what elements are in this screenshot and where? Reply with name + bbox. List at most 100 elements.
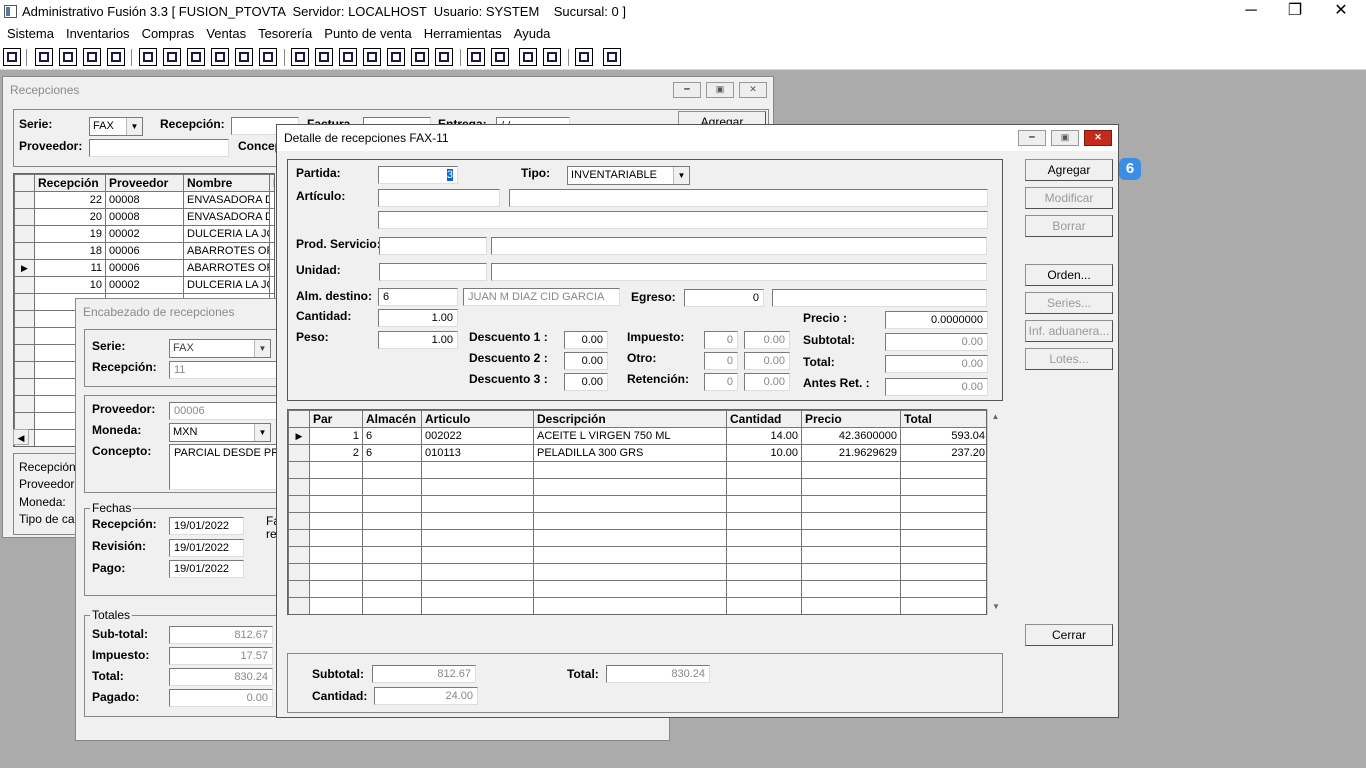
col-articulo[interactable]: Articulo — [421, 410, 534, 428]
toolbar-ship-icon[interactable] — [187, 48, 205, 66]
minimize-button[interactable]: ─ — [1228, 0, 1274, 24]
menu-compras[interactable]: Compras — [135, 24, 200, 41]
table-row[interactable]: 10 00002 DULCERIA LA JC — [14, 276, 274, 294]
toolbar-home-icon[interactable] — [467, 48, 485, 66]
prod-servicio-input[interactable] — [379, 237, 487, 255]
table-row[interactable]: 20 00008 ENVASADORA D — [14, 208, 274, 226]
fecha-revision-input[interactable]: 19/01/2022 — [169, 539, 244, 557]
col-cantidad[interactable]: Cantidad — [726, 410, 802, 428]
prod-servicio-desc-input[interactable] — [491, 237, 987, 255]
enc-concepto-textarea[interactable]: PARCIAL DESDE PRO — [169, 444, 279, 490]
cantidad-input[interactable]: 1.00 — [378, 309, 458, 327]
unidad-desc-input[interactable] — [491, 263, 987, 281]
col-descripcion[interactable]: Descripción — [533, 410, 727, 428]
menu-punto-de-venta[interactable]: Punto de venta — [317, 24, 416, 41]
alm-destino-input[interactable]: 6 — [378, 288, 458, 306]
toolbar-dollar-icon[interactable] — [387, 48, 405, 66]
toolbar-page-icon[interactable] — [411, 48, 429, 66]
col-nombre[interactable]: Nombre — [183, 174, 270, 192]
unidad-input[interactable] — [379, 263, 487, 281]
toolbar-help-icon[interactable] — [603, 48, 621, 66]
toolbar-transfer-icon[interactable] — [83, 48, 101, 66]
scroll-up-icon[interactable]: ▲ — [988, 409, 1003, 425]
fecha-pago-input[interactable]: 19/01/2022 — [169, 560, 244, 578]
menu-sistema[interactable]: Sistema — [0, 24, 59, 41]
toolbar-calculator-icon[interactable] — [3, 48, 21, 66]
maximize-button[interactable]: ❐ — [1272, 0, 1318, 24]
scroll-left-icon[interactable]: ◀ — [13, 429, 29, 445]
menu-tesoreria[interactable]: Tesorería — [251, 24, 317, 41]
lotes-button[interactable]: Lotes... — [1025, 348, 1113, 370]
col-total[interactable]: Total — [900, 410, 986, 428]
series-button[interactable]: Series... — [1025, 292, 1113, 314]
descuento2-input[interactable]: 0.00 — [564, 352, 608, 370]
close-button[interactable]: ✕ — [1318, 0, 1364, 24]
table-row[interactable]: 18 00006 ABARROTES OR — [14, 242, 274, 260]
toolbar-search-icon[interactable] — [107, 48, 125, 66]
col-par[interactable]: Par — [309, 410, 363, 428]
modificar-button[interactable]: Modificar — [1025, 187, 1113, 209]
toolbar-back-icon[interactable] — [575, 48, 593, 66]
close-icon[interactable]: ✕ — [1084, 130, 1112, 146]
fecha-recepcion-input[interactable]: 19/01/2022 — [169, 517, 244, 535]
descuento1-input[interactable]: 0.00 — [564, 331, 608, 349]
agregar-button[interactable]: Agregar — [1025, 159, 1113, 181]
toolbar-folder-icon[interactable] — [163, 48, 181, 66]
articulo-input[interactable] — [378, 189, 500, 207]
peso-input[interactable]: 1.00 — [378, 331, 458, 349]
col-almacen[interactable]: Almacén — [362, 410, 422, 428]
scroll-down-icon[interactable]: ▼ — [988, 599, 1004, 615]
col-precio[interactable]: Precio — [801, 410, 901, 428]
inf-aduanera-button[interactable]: Inf. aduanera... — [1025, 320, 1113, 342]
close-icon[interactable]: ✕ — [739, 82, 767, 98]
menu-inventarios[interactable]: Inventarios — [59, 24, 135, 41]
table-row[interactable]: 2 6 010113 PELADILLA 300 GRS 10.00 21.9629629… — [288, 444, 986, 462]
toolbar-report-icon[interactable] — [435, 48, 453, 66]
minimize-icon[interactable]: ━ — [1018, 130, 1046, 146]
toolbar-zoom-icon[interactable] — [491, 48, 509, 66]
serie-select[interactable]: FAX ▼ — [89, 117, 143, 136]
table-row[interactable]: ▶ 1 6 002022 ACEITE L VIRGEN 750 ML 14.00 42.3… — [288, 427, 986, 445]
enc-serie-select[interactable]: FAX ▼ — [169, 339, 271, 358]
toolbar-users-icon[interactable] — [291, 48, 309, 66]
minimize-icon[interactable]: ━ — [673, 82, 701, 98]
table-row[interactable]: 19 00002 DULCERIA LA JC — [14, 225, 274, 243]
articulo-descripcion-input[interactable] — [509, 189, 988, 207]
articulo-extra-input[interactable] — [378, 211, 988, 229]
menu-ventas[interactable]: Ventas — [199, 24, 251, 41]
toolbar-window-icon[interactable] — [35, 48, 53, 66]
detalle-grid[interactable]: Par Almacén Articulo Descripción Cantidad Pre… — [287, 409, 987, 615]
restore-icon[interactable]: ▣ — [706, 82, 734, 98]
detalle-grid-scrollbar[interactable]: ▲ ▼ — [987, 409, 1003, 615]
toolbar-export-icon[interactable] — [339, 48, 357, 66]
orden-button[interactable]: Orden... — [1025, 264, 1113, 286]
toolbar-receive-icon[interactable] — [211, 48, 229, 66]
table-row[interactable]: ▶ 11 00006 ABARROTES OR — [14, 259, 274, 277]
toolbar-clipboard-icon[interactable] — [59, 48, 77, 66]
col-proveedor[interactable]: Proveedor — [105, 174, 184, 192]
toolbar-refresh-icon[interactable] — [519, 48, 537, 66]
toolbar-user-icon[interactable] — [139, 48, 157, 66]
borrar-button[interactable]: Borrar — [1025, 215, 1113, 237]
precio-input[interactable]: 0.0000000 — [885, 311, 988, 329]
toolbar-document-icon[interactable] — [235, 48, 253, 66]
egreso-desc-input[interactable] — [772, 289, 987, 307]
enc-recepcion-input[interactable]: 11 — [169, 361, 279, 379]
col-f[interactable]: F — [269, 174, 274, 192]
enc-moneda-select[interactable]: MXN ▼ — [169, 423, 271, 442]
descuento3-input[interactable]: 0.00 — [564, 373, 608, 391]
tipo-select[interactable]: INVENTARIABLE ▼ — [567, 166, 690, 185]
cerrar-button[interactable]: Cerrar — [1025, 624, 1113, 646]
toolbar-undo-icon[interactable] — [543, 48, 561, 66]
enc-proveedor-input[interactable]: 00006 — [169, 402, 279, 420]
toolbar-add-icon[interactable] — [363, 48, 381, 66]
toolbar-list-icon[interactable] — [259, 48, 277, 66]
toolbar-card-icon[interactable] — [315, 48, 333, 66]
table-row[interactable]: 22 00008 ENVASADORA D — [14, 191, 274, 209]
proveedor-input[interactable] — [89, 139, 229, 157]
menu-herramientas[interactable]: Herramientas — [417, 24, 507, 41]
egreso-input[interactable]: 0 — [684, 289, 764, 307]
col-recepcion[interactable]: Recepción — [34, 174, 106, 192]
menu-ayuda[interactable]: Ayuda — [507, 24, 556, 41]
partida-input[interactable]: 3 — [378, 166, 458, 184]
